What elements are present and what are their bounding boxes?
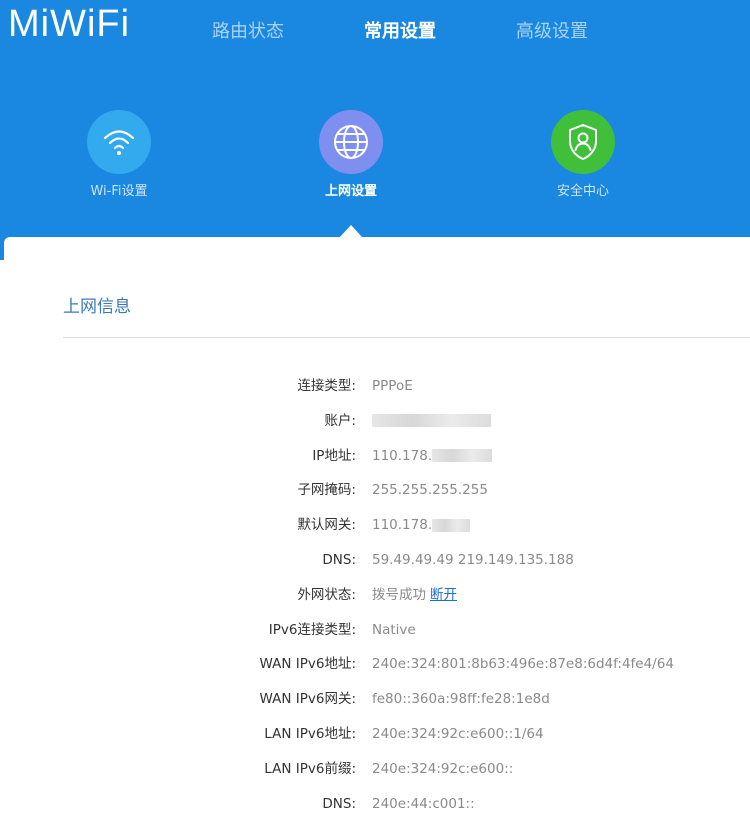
ip-label: IP地址: xyxy=(312,447,356,464)
section-divider xyxy=(63,337,750,338)
info-row-dns: DNS: 59.49.49.49 219.149.135.188 xyxy=(0,543,750,578)
internet-settings-button[interactable]: 上网设置 xyxy=(271,110,431,201)
lan-ipv6-addr-label: LAN IPv6地址: xyxy=(264,725,356,742)
active-tab-pointer xyxy=(339,225,363,238)
account-label: 账户: xyxy=(324,412,356,429)
redacted-mask xyxy=(372,414,491,428)
tab-advanced-settings[interactable]: 高级设置 xyxy=(516,20,588,44)
wifi-settings-label: Wi-Fi设置 xyxy=(90,184,148,199)
security-center-label: 安全中心 xyxy=(556,184,609,199)
info-row-account: 账户: xyxy=(0,404,750,439)
wan-ipv6-addr-value: 240e:324:801:8b63:496e:87e8:6d4f:4fe4/64 xyxy=(372,656,674,673)
section-title: 上网信息 xyxy=(63,297,131,317)
lan-ipv6-prefix-label: LAN IPv6前缀: xyxy=(264,760,356,777)
globe-icon xyxy=(319,110,383,174)
lan-ipv6-addr-value: 240e:324:92c:e600::1/64 xyxy=(372,725,544,742)
wan-status-label: 外网状态: xyxy=(297,586,356,603)
info-row-gateway: 默认网关: 110.178. xyxy=(0,508,750,543)
info-row-wan-ipv6-addr: WAN IPv6地址: 240e:324:801:8b63:496e:87e8:… xyxy=(0,647,750,682)
subnet-value: 255.255.255.255 xyxy=(372,482,488,499)
gateway-value-text: 110.178. xyxy=(372,517,433,534)
wan-ipv6-gw-value: fe80::360a:98ff:fe28:1e8d xyxy=(372,691,550,708)
internet-info-list: 连接类型: PPPoE 账户: IP地址: 110.178. 子网掩码: 255… xyxy=(0,369,750,821)
info-row-wan-status: 外网状态: 拨号成功 断开 xyxy=(0,578,750,613)
ipv6-type-label: IPv6连接类型: xyxy=(268,621,356,638)
security-center-button[interactable]: 安全中心 xyxy=(503,110,663,201)
redacted-mask xyxy=(432,449,493,463)
gateway-label: 默认网关: xyxy=(297,517,356,534)
connection-type-value: PPPoE xyxy=(372,378,413,394)
tab-common-settings[interactable]: 常用设置 xyxy=(364,20,436,44)
info-row-subnet: 子网掩码: 255.255.255.255 xyxy=(0,473,750,508)
disconnect-link[interactable]: 断开 xyxy=(430,587,457,603)
ip-value-text: 110.178. xyxy=(372,447,433,464)
dns-value: 59.49.49.49 219.149.135.188 xyxy=(372,551,574,568)
wan-ipv6-addr-label: WAN IPv6地址: xyxy=(259,656,356,673)
wan-status-value: 拨号成功 断开 xyxy=(372,578,457,613)
redacted-mask xyxy=(432,518,471,532)
info-row-lan-ipv6-prefix: LAN IPv6前缀: 240e:324:92c:e600:: xyxy=(0,752,750,787)
gateway-value: 110.178. xyxy=(372,508,471,543)
connection-type-label: 连接类型: xyxy=(297,378,356,394)
tab-router-status[interactable]: 路由状态 xyxy=(212,20,284,44)
wan-ipv6-gw-label: WAN IPv6网关: xyxy=(259,691,356,708)
account-value xyxy=(372,404,491,439)
dns6-value: 240e:44:c001:: xyxy=(372,795,475,812)
info-row-ip: IP地址: 110.178. xyxy=(0,439,750,474)
info-row-dns6: DNS: 240e:44:c001:: xyxy=(0,787,750,822)
lan-ipv6-prefix-value: 240e:324:92c:e600:: xyxy=(372,760,514,777)
wifi-icon xyxy=(87,110,151,174)
dns-label: DNS: xyxy=(322,551,356,568)
info-row-wan-ipv6-gw: WAN IPv6网关: fe80::360a:98ff:fe28:1e8d xyxy=(0,682,750,717)
ipv6-type-value: Native xyxy=(372,621,416,638)
wifi-settings-button[interactable]: Wi-Fi设置 xyxy=(39,110,199,201)
header-bar: MiWiFi 路由状态 常用设置 高级设置 Wi-Fi设置 上网设置 安全中心 xyxy=(0,0,750,260)
shield-user-icon xyxy=(551,110,615,174)
subnet-label: 子网掩码: xyxy=(297,482,356,499)
ip-value: 110.178. xyxy=(372,439,493,474)
miwifi-logo[interactable]: MiWiFi xyxy=(8,2,130,46)
internet-settings-label: 上网设置 xyxy=(324,184,377,199)
info-row-connection-type: 连接类型: PPPoE xyxy=(0,369,750,404)
info-row-ipv6-type: IPv6连接类型: Native xyxy=(0,613,750,648)
wan-status-text: 拨号成功 xyxy=(372,586,426,603)
dns6-label: DNS: xyxy=(322,795,356,812)
info-row-lan-ipv6-addr: LAN IPv6地址: 240e:324:92c:e600::1/64 xyxy=(0,717,750,752)
